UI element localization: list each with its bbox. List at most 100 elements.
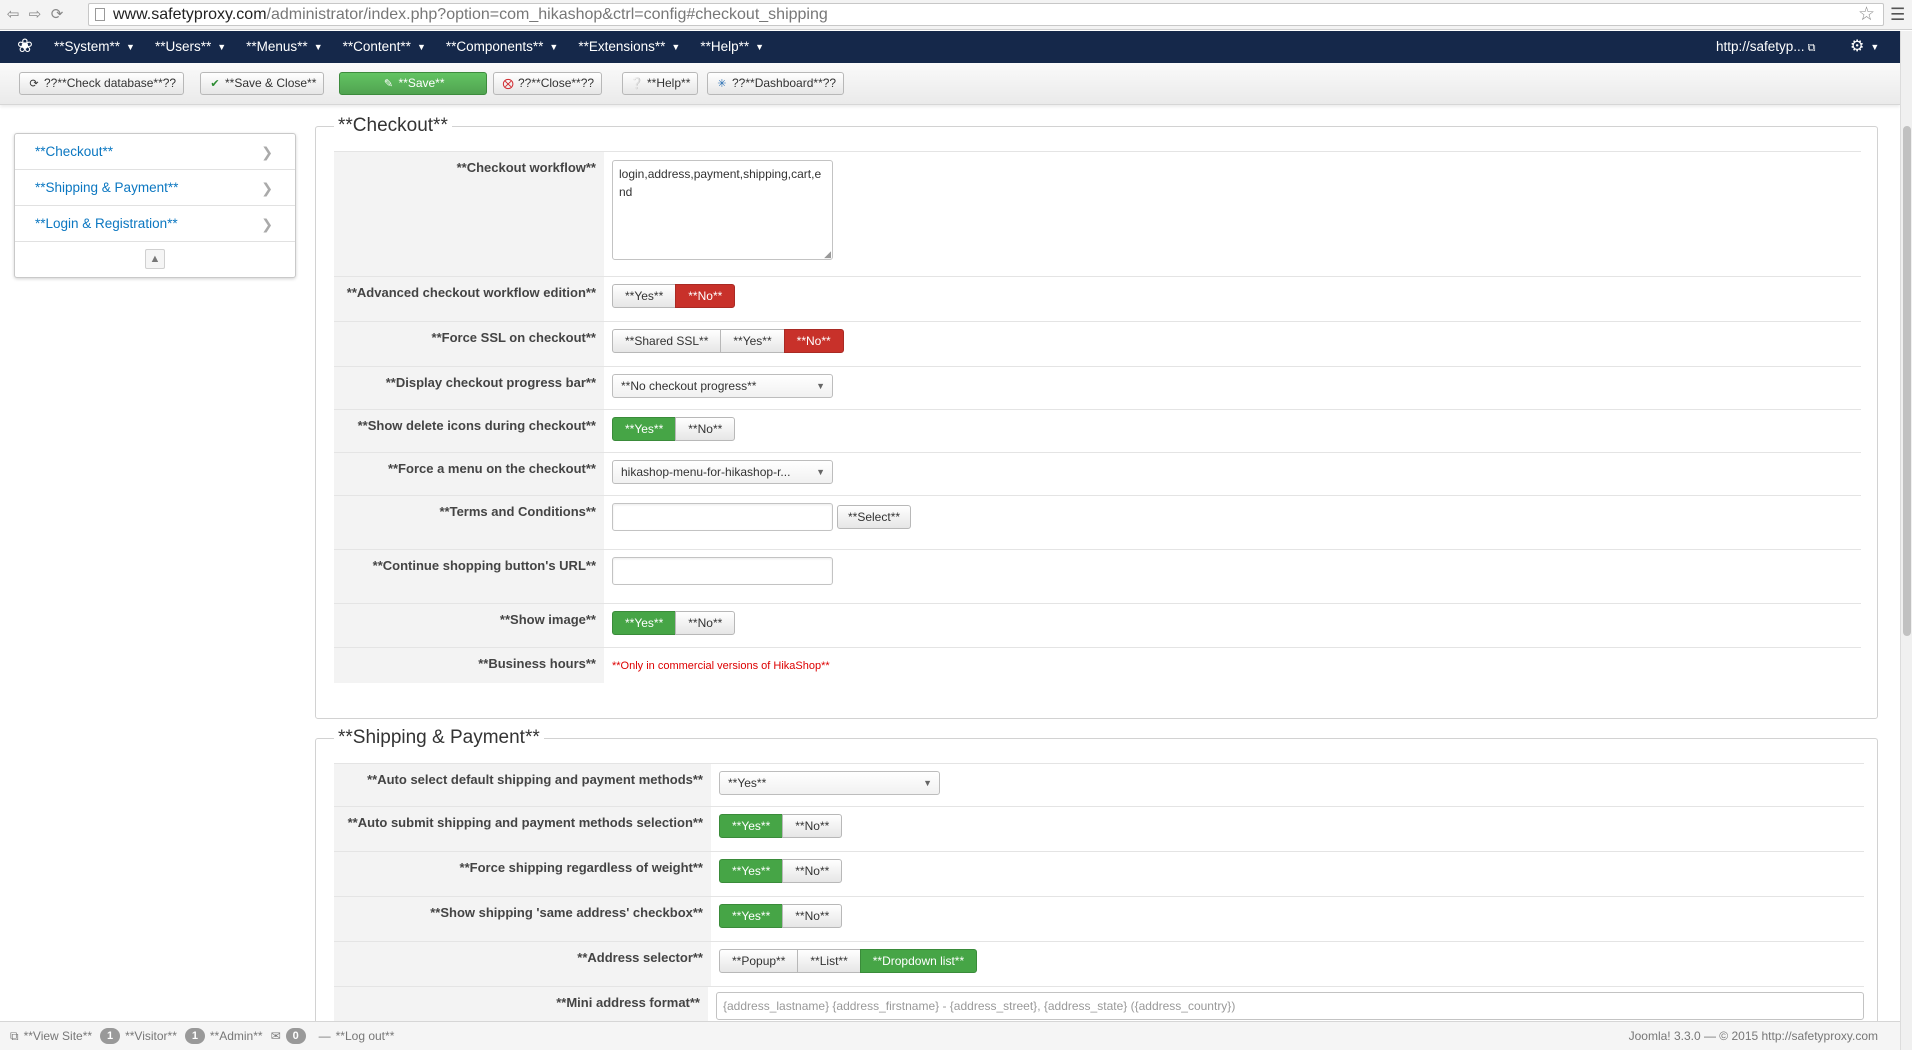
side-menu-shipping-payment[interactable]: **Shipping & Payment** ❯	[15, 170, 295, 206]
visitor-label: **Visitor**	[125, 1029, 177, 1043]
force-menu-cell: hikashop-menu-for-hikashop-r... ▼	[604, 453, 1861, 495]
force-menu-select[interactable]: hikashop-menu-for-hikashop-r... ▼	[612, 460, 833, 484]
address-bar[interactable]: www.safetyproxy.com/administrator/index.…	[88, 3, 1884, 26]
settings-row-same-address: **Show shipping 'same address' checkbox*…	[334, 896, 1864, 941]
save-close-button[interactable]: ✔ **Save & Close**	[200, 72, 325, 95]
side-menu-checkout[interactable]: **Checkout** ❯	[15, 134, 295, 170]
close-button[interactable]: ⨂ ??**Close**??	[493, 72, 603, 95]
side-menu-login-registration-label: **Login & Registration**	[35, 216, 178, 231]
checkout-workflow-label: **Checkout workflow**	[334, 152, 604, 276]
option-yes-button[interactable]: **Yes**	[612, 284, 677, 308]
view-site-status-link[interactable]: ⧉ **View Site**	[10, 1022, 92, 1050]
settings-row-ssl: **Force SSL on checkout** **Shared SSL**…	[334, 321, 1861, 366]
same-address-cell: **Yes** **No**	[711, 897, 1864, 941]
logout-link[interactable]: — **Log out**	[319, 1022, 395, 1050]
save-close-label: **Save & Close**	[225, 76, 317, 90]
checkout-legend: **Checkout**	[334, 114, 452, 138]
menu-users-label: **Users**	[154, 39, 212, 54]
continue-url-cell	[604, 550, 1861, 603]
question-icon: ❔	[630, 78, 644, 90]
settings-row-business-hours: **Business hours** **Only in commercial …	[334, 647, 1861, 683]
checkout-workflow-textarea[interactable]: login,address,payment,shipping,cart,end ◢	[612, 160, 833, 260]
option-no-button[interactable]: **No**	[782, 814, 843, 838]
menu-users[interactable]: **Users** ▼	[145, 31, 236, 63]
page-scrollbar[interactable]	[1900, 31, 1912, 1050]
menu-content[interactable]: **Content** ▼	[333, 31, 436, 63]
gear-icon: ⚙	[1850, 38, 1865, 56]
chevron-right-icon: ❯	[261, 180, 273, 196]
auto-select-select[interactable]: **Yes** ▼	[719, 771, 940, 795]
menu-help-label: **Help**	[700, 39, 750, 54]
terms-select-button[interactable]: **Select**	[837, 505, 912, 529]
dashboard-button[interactable]: ✳ ??**Dashboard**??	[707, 72, 845, 95]
chevron-right-icon: ❯	[261, 216, 273, 232]
option-no-button[interactable]: **No**	[675, 417, 736, 441]
advanced-workflow-cell: **Yes** **No**	[604, 277, 1861, 321]
terms-input[interactable]	[612, 503, 833, 531]
menu-content-label: **Content**	[342, 39, 411, 54]
settings-row-workflow: **Checkout workflow** login,address,paym…	[334, 151, 1861, 276]
menu-extensions[interactable]: **Extensions** ▼	[568, 31, 690, 63]
visitor-count-badge: 1	[100, 1028, 121, 1044]
save-button[interactable]: ✎ **Save**	[339, 72, 487, 95]
mini-format-input[interactable]: {address_lastname} {address_firstname} -…	[716, 992, 1864, 1020]
force-ssl-toggle: **Shared SSL** **Yes** **No**	[612, 329, 844, 353]
menu-system[interactable]: **System** ▼	[44, 31, 145, 63]
menu-components[interactable]: **Components** ▼	[436, 31, 568, 63]
auto-select-cell: **Yes** ▼	[711, 764, 1864, 806]
side-menu-login-registration[interactable]: **Login & Registration** ❯	[15, 206, 295, 242]
back-icon[interactable]: ⇦	[2, 4, 24, 26]
joomla-logo-icon[interactable]: ❀	[17, 36, 33, 58]
settings-row-progress: **Display checkout progress bar** **No c…	[334, 366, 1861, 409]
config-side-menu: **Checkout** ❯ **Shipping & Payment** ❯ **…	[14, 133, 296, 278]
option-yes-button[interactable]: **Yes**	[719, 859, 784, 883]
continue-url-input[interactable]	[612, 557, 833, 585]
show-image-toggle: **Yes** **No**	[612, 611, 736, 635]
shipping-payment-fieldset: **Shipping & Payment** **Auto select def…	[315, 726, 1878, 1038]
bookmark-star-icon[interactable]: ☆	[1858, 3, 1875, 26]
option-no-button[interactable]: **No**	[675, 284, 736, 308]
option-no-button[interactable]: **No**	[675, 611, 736, 635]
option-shared-ssl-button[interactable]: **Shared SSL**	[612, 329, 722, 353]
external-link-icon: ⧉	[10, 1029, 19, 1043]
logout-label: **Log out**	[335, 1029, 395, 1043]
browser-menu-icon[interactable]: ☰	[1890, 3, 1905, 26]
option-yes-button[interactable]: **Yes**	[720, 329, 785, 353]
menu-menus[interactable]: **Menus** ▼	[236, 31, 332, 63]
terms-label: **Terms and Conditions**	[334, 496, 604, 549]
minus-icon: —	[318, 1029, 331, 1043]
delete-icons-label: **Show delete icons during checkout**	[334, 410, 604, 452]
option-no-button[interactable]: **No**	[782, 904, 843, 928]
settings-row-delete-icons: **Show delete icons during checkout** **…	[334, 409, 1861, 452]
help-button[interactable]: ❔ **Help**	[622, 72, 699, 95]
admins-status: 1 **Admin**	[184, 1022, 263, 1050]
option-popup-button[interactable]: **Popup**	[719, 949, 799, 973]
scrollbar-thumb[interactable]	[1903, 126, 1911, 636]
view-site-link[interactable]: http://safetyp... ⧉	[1716, 31, 1815, 64]
progress-bar-select[interactable]: **No checkout progress** ▼	[612, 374, 833, 398]
option-list-button[interactable]: **List**	[797, 949, 861, 973]
option-yes-button[interactable]: **Yes**	[612, 417, 677, 441]
forward-icon[interactable]: ⇨	[24, 4, 46, 26]
menu-help[interactable]: **Help** ▼	[690, 31, 774, 63]
settings-row-continue-url: **Continue shopping button's URL**	[334, 549, 1861, 603]
check-database-button[interactable]: ⟳ ??**Check database**??	[19, 72, 185, 95]
messages-status[interactable]: ✉ 0	[271, 1022, 311, 1050]
option-dropdown-list-button[interactable]: **Dropdown list**	[859, 949, 978, 973]
option-yes-button[interactable]: **Yes**	[719, 904, 784, 928]
option-no-button[interactable]: **No**	[783, 329, 844, 353]
collapse-menu-icon[interactable]: ▲	[145, 249, 165, 269]
admin-top-navigation: ❀ **System** ▼ **Users** ▼ **Menus** ▼ **Co…	[0, 31, 1900, 63]
user-settings-menu[interactable]: ⚙ ▼	[1850, 31, 1879, 63]
show-image-cell: **Yes** **No**	[604, 604, 1861, 647]
option-yes-button[interactable]: **Yes**	[719, 814, 784, 838]
envelope-icon: ✉	[270, 1029, 281, 1043]
side-menu-shipping-payment-label: **Shipping & Payment**	[35, 180, 179, 195]
shipping-payment-legend: **Shipping & Payment**	[334, 726, 544, 750]
check-database-label: ??**Check database**??	[44, 76, 177, 90]
option-yes-button[interactable]: **Yes**	[612, 611, 677, 635]
progress-bar-value: **No checkout progress**	[621, 379, 757, 393]
resize-grip-icon[interactable]: ◢	[824, 249, 831, 259]
option-no-button[interactable]: **No**	[782, 859, 843, 883]
reload-icon[interactable]: ⟳	[46, 4, 68, 26]
